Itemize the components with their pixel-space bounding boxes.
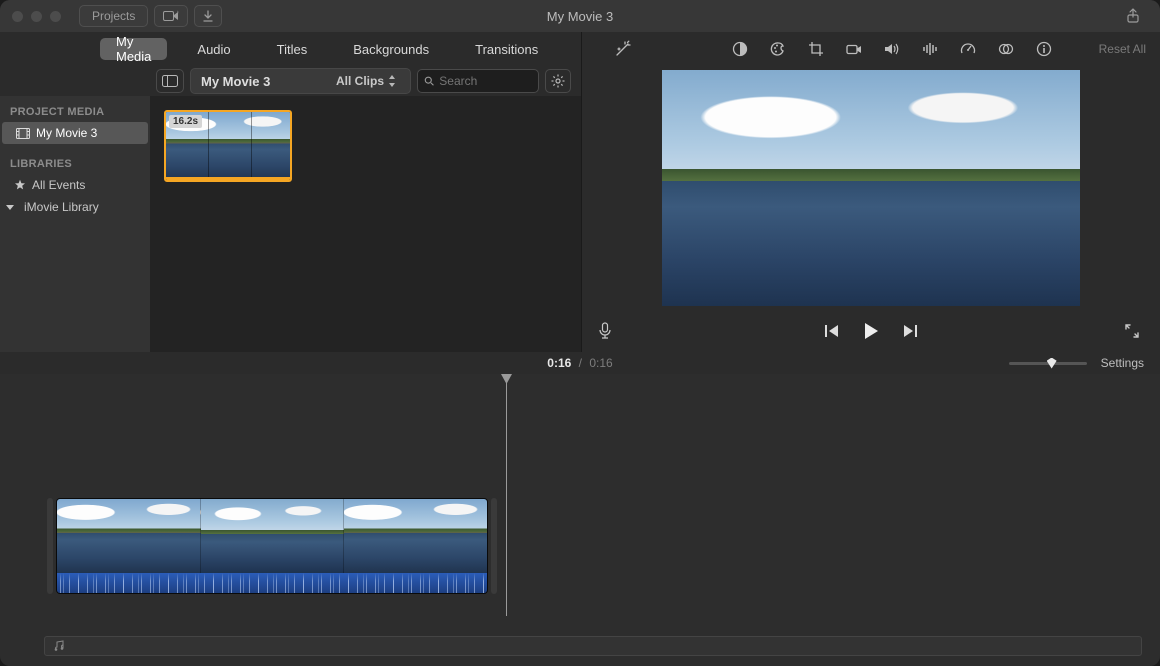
- window-traffic-lights[interactable]: [12, 11, 61, 22]
- titlebar: Projects ♪ My Movie 3: [0, 0, 1160, 32]
- library-sidebar: PROJECT MEDIA My Movie 3 LIBRARIES All E…: [0, 96, 150, 352]
- sidebar-item-label: All Events: [32, 178, 85, 192]
- clip-trim-handle-right[interactable]: [491, 498, 497, 594]
- crop-icon: [808, 41, 824, 57]
- skip-forward-icon: [902, 324, 918, 338]
- sidebar-item-label: iMovie Library: [24, 200, 99, 214]
- clip-thumbnail[interactable]: 16.2s: [164, 110, 292, 182]
- background-music-track[interactable]: [44, 636, 1142, 656]
- playhead-time: 0:16: [547, 356, 571, 370]
- video-frame: [662, 70, 1080, 306]
- media-import-button[interactable]: ♪: [154, 5, 188, 27]
- clip-filter-button[interactable]: [997, 40, 1015, 58]
- sidebar-head-libraries: LIBRARIES: [0, 154, 150, 174]
- overlay-icon: [998, 42, 1014, 56]
- browser-toolbar: My Movie 3 All Clips: [0, 66, 581, 96]
- search-input[interactable]: [439, 74, 532, 88]
- timeline-clip-frames: [57, 499, 487, 573]
- share-icon: [1126, 8, 1140, 24]
- timeline-audio-waveform[interactable]: [57, 573, 487, 593]
- camera-icon: [846, 43, 862, 56]
- speed-button[interactable]: [959, 40, 977, 58]
- tab-backgrounds[interactable]: Backgrounds: [337, 38, 445, 60]
- clip-divider: [208, 112, 209, 180]
- clip-group-title: My Movie 3: [201, 74, 270, 89]
- timeline-clip[interactable]: [56, 498, 488, 594]
- color-balance-button[interactable]: [731, 40, 749, 58]
- browser-settings-button[interactable]: [545, 69, 571, 93]
- close-window-icon[interactable]: [12, 11, 23, 22]
- sidebar-item-project[interactable]: My Movie 3: [2, 122, 148, 144]
- speed-dial-icon: [960, 41, 976, 57]
- video-preview-image: [662, 70, 1080, 306]
- sidebar-item-all-events[interactable]: All Events: [0, 174, 150, 196]
- sort-arrows-icon: [388, 75, 396, 87]
- sidebar-toggle-icon: [162, 75, 178, 87]
- play-button[interactable]: [862, 322, 880, 340]
- tab-transitions[interactable]: Transitions: [459, 38, 554, 60]
- timeline[interactable]: [0, 374, 1160, 666]
- total-time: 0:16: [589, 356, 612, 370]
- sidebar-head-project-media: PROJECT MEDIA: [0, 102, 150, 122]
- contrast-icon: [732, 41, 748, 57]
- zoom-window-icon[interactable]: [50, 11, 61, 22]
- crop-button[interactable]: [807, 40, 825, 58]
- projects-button[interactable]: Projects: [79, 5, 148, 27]
- enhance-button[interactable]: [614, 40, 632, 58]
- skip-forward-button[interactable]: [902, 324, 918, 338]
- stabilization-button[interactable]: [845, 40, 863, 58]
- film-icon: [16, 128, 30, 139]
- music-track-icon: [53, 640, 65, 652]
- clip-duration-badge: 16.2s: [169, 115, 202, 128]
- clip-trim-handle-left[interactable]: [47, 498, 53, 594]
- equalizer-icon: [922, 42, 938, 56]
- noise-reduction-button[interactable]: [921, 40, 939, 58]
- adjustment-toolbar: Reset All: [582, 32, 1160, 66]
- timeline-info-bar: 0:16 / 0:16 Settings: [0, 352, 1160, 374]
- clip-filter-label: All Clips: [336, 74, 384, 88]
- svg-text:♪: ♪: [176, 10, 179, 16]
- media-tabs: My Media Audio Titles Backgrounds Transi…: [0, 32, 581, 66]
- download-icon: [202, 10, 214, 22]
- toggle-sidebar-button[interactable]: [156, 69, 184, 93]
- search-icon: [424, 75, 434, 87]
- skip-back-button[interactable]: [824, 324, 840, 338]
- clip-group-header[interactable]: My Movie 3 All Clips: [190, 68, 411, 94]
- zoom-slider[interactable]: [1009, 362, 1087, 365]
- minimize-window-icon[interactable]: [31, 11, 42, 22]
- sidebar-item-imovie-library[interactable]: iMovie Library: [0, 196, 150, 218]
- microphone-icon: [598, 322, 612, 340]
- clip-filter-dropdown[interactable]: All Clips: [336, 74, 396, 88]
- media-import-icon: ♪: [163, 10, 179, 22]
- tab-audio[interactable]: Audio: [181, 38, 246, 60]
- tab-my-media[interactable]: My Media: [100, 38, 167, 60]
- info-icon: [1036, 41, 1052, 57]
- preview-viewer[interactable]: [582, 66, 1160, 310]
- play-icon: [862, 322, 880, 340]
- playhead[interactable]: [506, 380, 507, 616]
- share-button[interactable]: [1116, 5, 1150, 27]
- search-field[interactable]: [417, 69, 539, 93]
- clip-browser[interactable]: 16.2s: [150, 96, 581, 352]
- tab-titles[interactable]: Titles: [261, 38, 324, 60]
- volume-icon: [884, 42, 900, 56]
- reset-all-button[interactable]: Reset All: [1099, 42, 1146, 56]
- download-button[interactable]: [194, 5, 222, 27]
- palette-icon: [770, 41, 786, 57]
- skip-back-icon: [824, 324, 840, 338]
- voiceover-button[interactable]: [598, 322, 618, 340]
- color-correction-button[interactable]: [769, 40, 787, 58]
- volume-button[interactable]: [883, 40, 901, 58]
- star-icon: [14, 179, 26, 191]
- sidebar-item-label: My Movie 3: [36, 126, 97, 140]
- time-separator: /: [579, 356, 582, 370]
- clip-usage-indicator: [166, 177, 290, 180]
- playback-controls: [582, 310, 1160, 352]
- fullscreen-icon: [1124, 323, 1140, 339]
- fullscreen-button[interactable]: [1124, 323, 1144, 339]
- magic-wand-icon: [614, 40, 632, 58]
- info-button[interactable]: [1035, 40, 1053, 58]
- gear-icon: [551, 74, 565, 88]
- clip-divider: [251, 112, 252, 180]
